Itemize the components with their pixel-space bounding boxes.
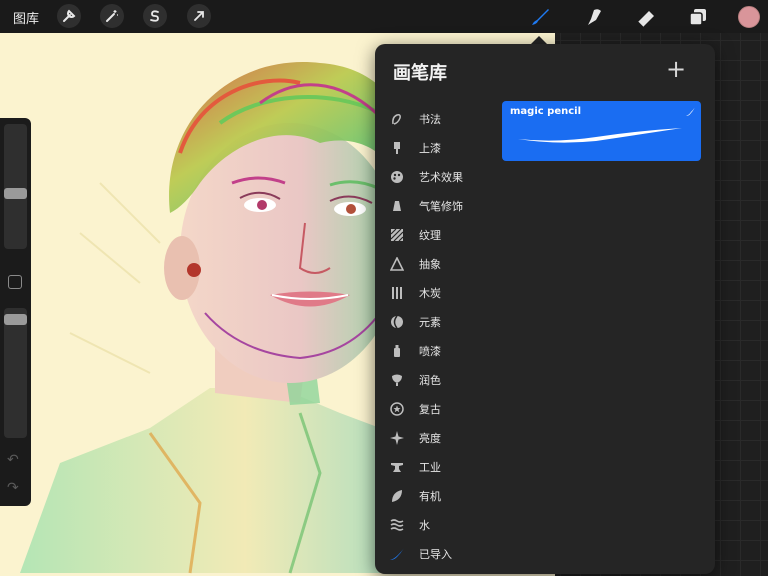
- category-label: 复古: [419, 403, 441, 416]
- brush-size-slider[interactable]: [4, 124, 27, 249]
- retro-icon: [389, 401, 405, 417]
- brush-size-thumb[interactable]: [4, 188, 27, 199]
- category-item[interactable]: 水: [375, 511, 500, 539]
- touchup-icon: [389, 372, 405, 388]
- category-label: 润色: [419, 374, 441, 387]
- eraser-icon[interactable]: [633, 4, 659, 30]
- modify-button[interactable]: [8, 275, 22, 289]
- category-label: 已导入: [419, 548, 452, 561]
- imported-icon: [389, 546, 405, 562]
- category-item[interactable]: 上漆: [375, 134, 500, 162]
- category-item[interactable]: 元素: [375, 308, 500, 336]
- charcoal-icon: [389, 285, 405, 301]
- category-label: 纹理: [419, 229, 441, 242]
- category-item[interactable]: 已导入: [375, 540, 500, 568]
- airbrush-icon: [389, 198, 405, 214]
- category-item[interactable]: 气笔修饰: [375, 192, 500, 220]
- palette-icon: [389, 169, 405, 185]
- category-item[interactable]: 纹理: [375, 221, 500, 249]
- spray-paint-icon: [389, 343, 405, 359]
- calligraphy-icon: [389, 111, 405, 127]
- water-icon: [389, 517, 405, 533]
- elements-icon: [389, 314, 405, 330]
- category-label: 抽象: [419, 258, 441, 271]
- add-brush-button[interactable]: +: [665, 57, 687, 81]
- category-item[interactable]: 润色: [375, 366, 500, 394]
- category-label: 水: [419, 519, 430, 532]
- opacity-slider[interactable]: [4, 308, 27, 438]
- wrench-icon[interactable]: [57, 4, 81, 28]
- brush-card-magic-pencil[interactable]: magic pencil: [502, 101, 701, 161]
- category-item[interactable]: 亮度: [375, 424, 500, 452]
- category-label: 工业: [419, 461, 441, 474]
- opacity-thumb[interactable]: [4, 314, 27, 325]
- texture-icon: [389, 227, 405, 243]
- gallery-button[interactable]: 图库: [13, 8, 39, 27]
- category-label: 亮度: [419, 432, 441, 445]
- selection-s-icon[interactable]: [143, 4, 167, 28]
- imported-brush-icon: [686, 107, 695, 116]
- category-label: 喷漆: [419, 345, 441, 358]
- category-label: 气笔修饰: [419, 200, 463, 213]
- category-label: 书法: [419, 113, 441, 126]
- brush-icon[interactable]: [527, 4, 553, 30]
- transform-arrow-icon[interactable]: [187, 4, 211, 28]
- smudge-icon[interactable]: [581, 4, 607, 30]
- layers-icon[interactable]: [685, 4, 711, 30]
- paint-icon: [389, 140, 405, 156]
- panel-title: 画笔库: [393, 63, 447, 84]
- category-label: 有机: [419, 490, 441, 503]
- redo-icon[interactable]: ↷: [7, 480, 23, 496]
- category-item[interactable]: 抽象: [375, 250, 500, 278]
- category-label: 上漆: [419, 142, 441, 155]
- category-item[interactable]: 有机: [375, 482, 500, 510]
- category-label: 元素: [419, 316, 441, 329]
- organic-icon: [389, 488, 405, 504]
- category-item[interactable]: 木炭: [375, 279, 500, 307]
- category-item[interactable]: 工业: [375, 453, 500, 481]
- category-item[interactable]: 复古: [375, 395, 500, 423]
- category-item[interactable]: 书法: [375, 105, 500, 133]
- luminance-icon: [389, 430, 405, 446]
- brush-name: magic pencil: [510, 106, 582, 117]
- category-label: 艺术效果: [419, 171, 463, 184]
- category-item[interactable]: 艺术效果: [375, 163, 500, 191]
- top-toolbar: 图库: [0, 0, 768, 33]
- magic-wand-icon[interactable]: [100, 4, 124, 28]
- category-label: 木炭: [419, 287, 441, 300]
- left-sidebar: ↶ ↷: [0, 118, 31, 506]
- color-swatch[interactable]: [738, 6, 760, 28]
- undo-icon[interactable]: ↶: [7, 452, 23, 468]
- abstract-icon: [389, 256, 405, 272]
- brush-stroke-preview: [518, 128, 682, 143]
- brush-library-panel: 画笔库 + 书法 上漆 艺术效果 气笔修饰 纹理 抽象 木炭 元素 喷漆 润色 …: [375, 44, 715, 574]
- industrial-icon: [389, 459, 405, 475]
- category-item[interactable]: 喷漆: [375, 337, 500, 365]
